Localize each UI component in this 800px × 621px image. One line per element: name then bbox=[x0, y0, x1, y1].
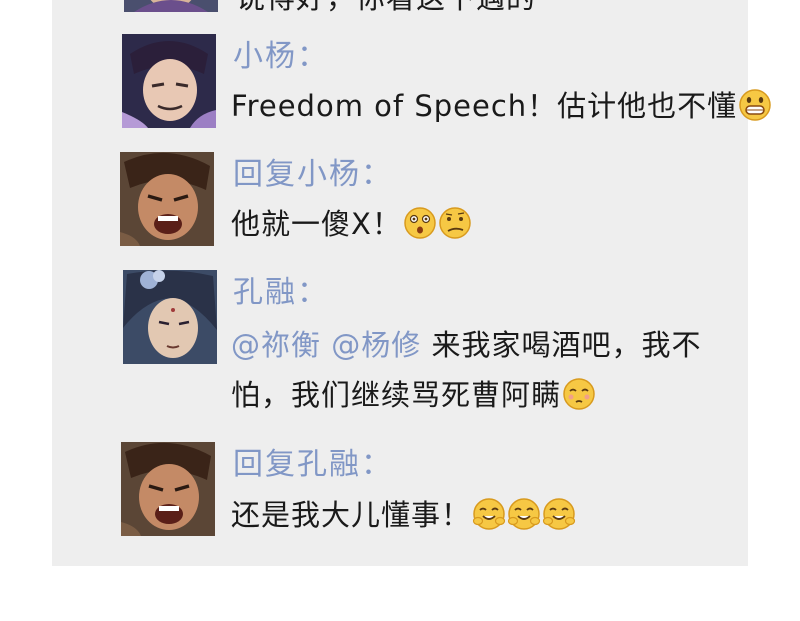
comment-author[interactable]: 孔融： bbox=[233, 275, 329, 311]
comment-body: 还是我大儿懂事！ bbox=[231, 498, 472, 532]
avatar-reply-kongrong[interactable] bbox=[121, 442, 215, 536]
comment-panel: 说得好，你看这下遇的 小杨： Freedom of Speech！估计他也不懂 bbox=[52, 0, 771, 566]
comment-author[interactable]: 回复孔融： bbox=[233, 447, 393, 483]
partial-comment-text: 说得好，你看这下遇的 bbox=[236, 0, 536, 16]
comment-text: 还是我大儿懂事！ bbox=[231, 490, 741, 540]
comment-author[interactable]: 回复小杨： bbox=[233, 157, 393, 193]
grin-emoji bbox=[738, 88, 772, 122]
comment-text: @祢衡 @杨修 来我家喝酒吧，我不怕，我们继续骂死曹阿瞒 bbox=[231, 320, 741, 420]
mention-link[interactable]: @杨修 bbox=[331, 328, 421, 362]
comment-text: Freedom of Speech！估计他也不懂 bbox=[231, 81, 771, 131]
giggle-emoji bbox=[542, 497, 576, 531]
smirk-face-emoji bbox=[562, 377, 596, 411]
comment-body: Freedom of Speech！估计他也不懂 bbox=[231, 89, 738, 123]
giggle-emoji bbox=[472, 497, 506, 531]
avatar-xiaoyang[interactable] bbox=[122, 34, 216, 128]
dizzy-face-emoji bbox=[403, 206, 437, 240]
giggle-emoji bbox=[507, 497, 541, 531]
confused-face-emoji bbox=[438, 206, 472, 240]
comment-author[interactable]: 小杨： bbox=[233, 39, 329, 75]
comment-body: 他就一傻X！ bbox=[231, 207, 402, 241]
avatar-kongrong[interactable] bbox=[123, 270, 217, 364]
avatar-reply-xiaoyang[interactable] bbox=[120, 152, 214, 246]
mention-link[interactable]: @祢衡 bbox=[231, 328, 321, 362]
comment-text: 他就一傻X！ bbox=[231, 199, 741, 249]
avatar-previous-commenter[interactable] bbox=[124, 0, 218, 12]
